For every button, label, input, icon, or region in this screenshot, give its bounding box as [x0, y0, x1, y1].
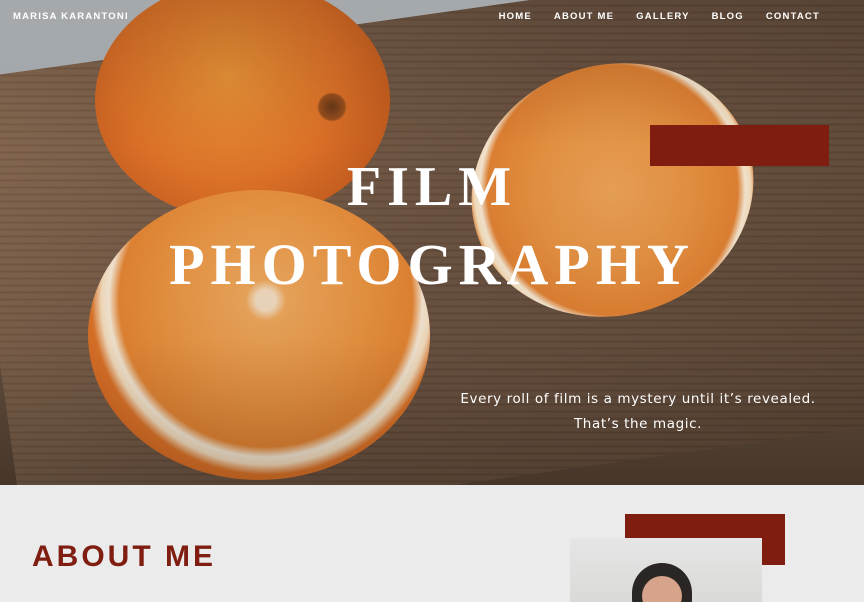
nav-contact[interactable]: CONTACT [766, 11, 820, 22]
nav-home[interactable]: HOME [499, 11, 532, 22]
portrait-image [570, 538, 762, 602]
hero-tagline: Every roll of film is a mystery until it… [438, 387, 838, 437]
about-heading: ABOUT ME [32, 540, 216, 573]
nav-about-me[interactable]: ABOUT ME [554, 11, 614, 22]
hero-title: FILM PHOTOGRAPHY [0, 148, 864, 304]
hero-title-line-1: FILM [346, 156, 518, 218]
about-section: ABOUT ME [0, 485, 864, 602]
main-nav: HOME ABOUT ME GALLERY BLOG CONTACT [477, 11, 820, 22]
hero-title-line-2: PHOTOGRAPHY [169, 232, 695, 297]
tagline-line-2: That’s the magic. [573, 416, 703, 432]
tagline-line-1: Every roll of film is a mystery until it… [460, 391, 816, 407]
nav-blog[interactable]: BLOG [712, 11, 744, 22]
hero-section: MARISA KARANTONI HOME ABOUT ME GALLERY B… [0, 0, 864, 485]
site-logo[interactable]: MARISA KARANTONI [13, 11, 129, 22]
nav-gallery[interactable]: GALLERY [636, 11, 689, 22]
